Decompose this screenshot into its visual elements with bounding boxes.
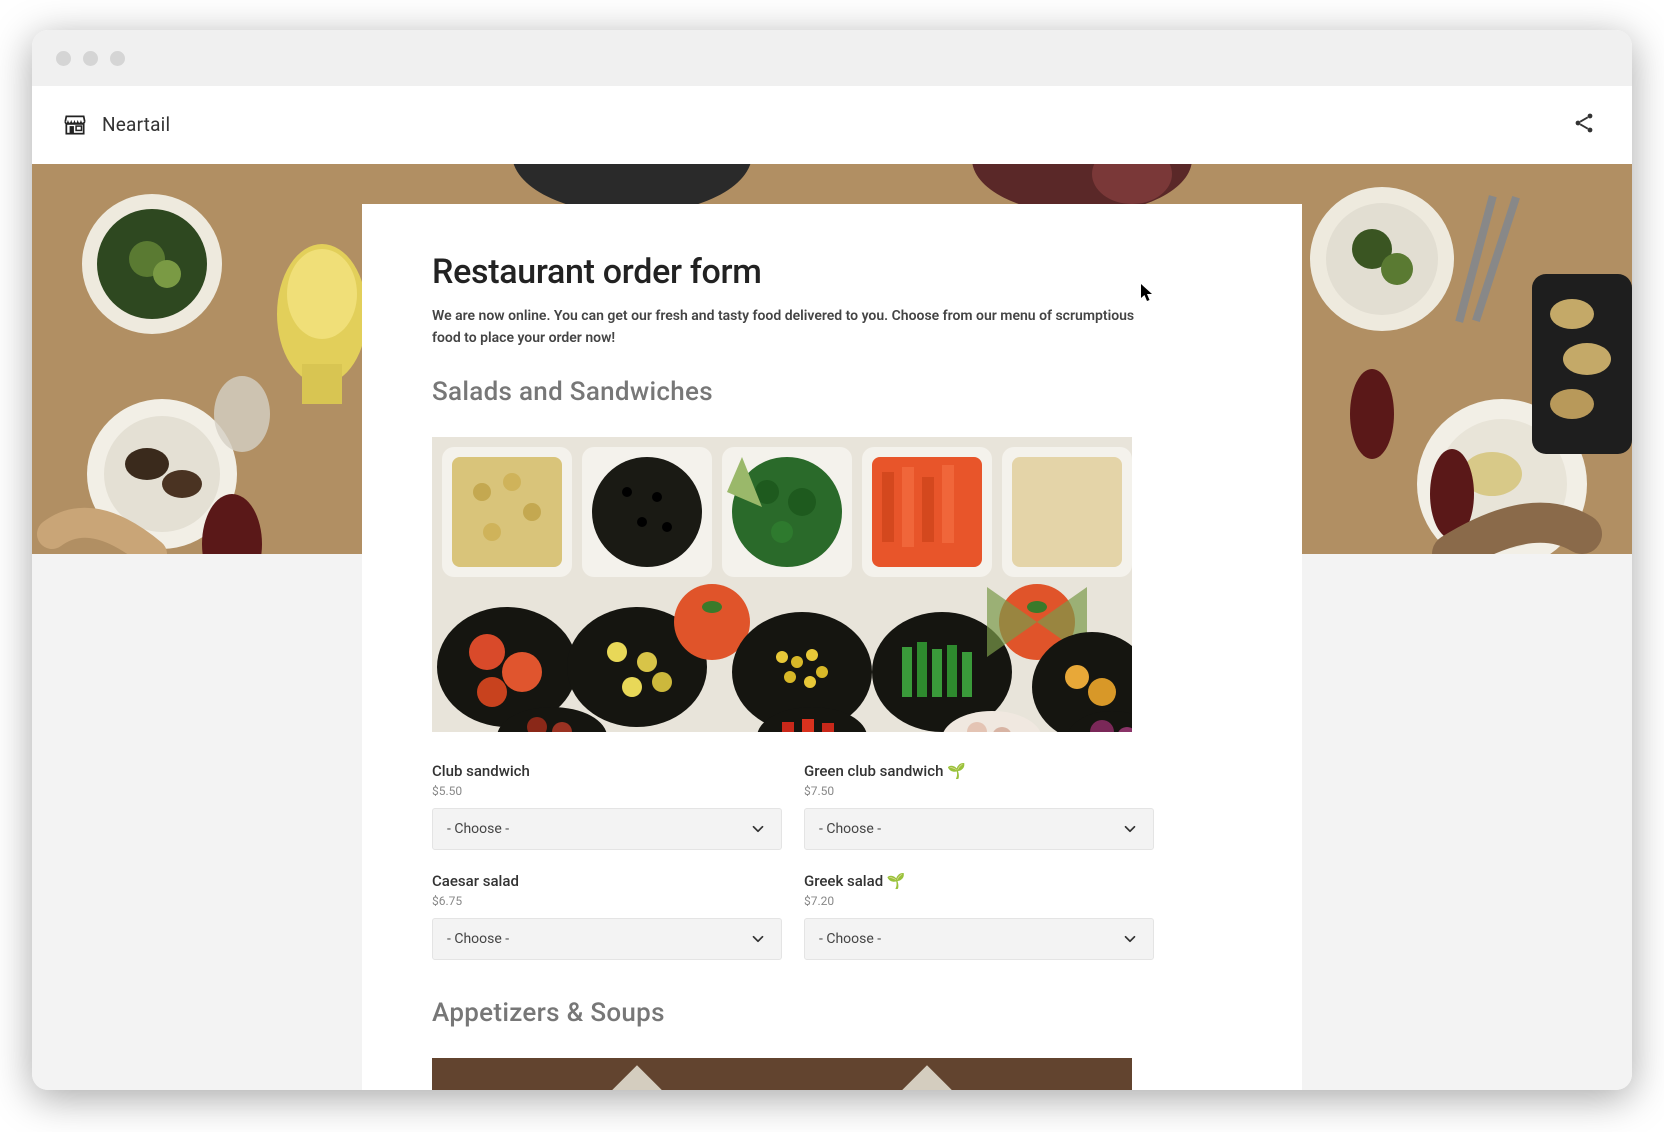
menu-item-club-sandwich: Club sandwich $5.50 - Choose - xyxy=(432,762,782,850)
item-price: $5.50 xyxy=(432,784,782,798)
form-card: Restaurant order form We are now online.… xyxy=(362,204,1302,1090)
item-price: $6.75 xyxy=(432,894,782,908)
item-price: $7.50 xyxy=(804,784,1154,798)
traffic-light-zoom[interactable] xyxy=(110,51,125,66)
menu-item-caesar-salad: Caesar salad $6.75 - Choose - xyxy=(432,872,782,960)
chevron-down-icon xyxy=(1121,820,1139,838)
section-heading-appetizers: Appetizers & Soups xyxy=(432,998,1232,1028)
share-icon xyxy=(1572,111,1596,135)
traffic-light-minimize[interactable] xyxy=(83,51,98,66)
storefront-icon xyxy=(62,112,88,138)
select-label: - Choose - xyxy=(447,821,509,837)
content-area: Restaurant order form We are now online.… xyxy=(32,164,1632,1090)
menu-item-greek-salad: Greek salad 🌱 $7.20 - Choose - xyxy=(804,872,1154,960)
select-label: - Choose - xyxy=(819,931,881,947)
items-grid-salads: Club sandwich $5.50 - Choose - Green clu… xyxy=(432,762,1154,960)
item-name: Club sandwich xyxy=(432,762,782,780)
chevron-down-icon xyxy=(749,820,767,838)
browser-window: Neartail xyxy=(32,30,1632,1090)
page-subtitle: We are now online. You can get our fresh… xyxy=(432,306,1152,349)
quantity-select[interactable]: - Choose - xyxy=(804,918,1154,960)
item-name: Caesar salad xyxy=(432,872,782,890)
item-price: $7.20 xyxy=(804,894,1154,908)
menu-item-green-club-sandwich: Green club sandwich 🌱 $7.50 - Choose - xyxy=(804,762,1154,850)
item-name: Greek salad 🌱 xyxy=(804,872,1154,890)
section-image-soups xyxy=(432,1058,1132,1090)
chevron-down-icon xyxy=(749,930,767,948)
item-name: Green club sandwich 🌱 xyxy=(804,762,1154,780)
share-button[interactable] xyxy=(1566,105,1602,145)
quantity-select[interactable]: - Choose - xyxy=(432,918,782,960)
section-image-salads xyxy=(432,437,1132,732)
browser-toolbar xyxy=(32,30,1632,86)
app-header: Neartail xyxy=(32,86,1632,164)
page-title: Restaurant order form xyxy=(432,252,1232,292)
traffic-light-close[interactable] xyxy=(56,51,71,66)
quantity-select[interactable]: - Choose - xyxy=(432,808,782,850)
brand-label: Neartail xyxy=(102,113,170,136)
brand[interactable]: Neartail xyxy=(62,112,170,138)
select-label: - Choose - xyxy=(447,931,509,947)
traffic-lights xyxy=(56,51,125,66)
chevron-down-icon xyxy=(1121,930,1139,948)
quantity-select[interactable]: - Choose - xyxy=(804,808,1154,850)
section-heading-salads: Salads and Sandwiches xyxy=(432,377,1232,407)
select-label: - Choose - xyxy=(819,821,881,837)
